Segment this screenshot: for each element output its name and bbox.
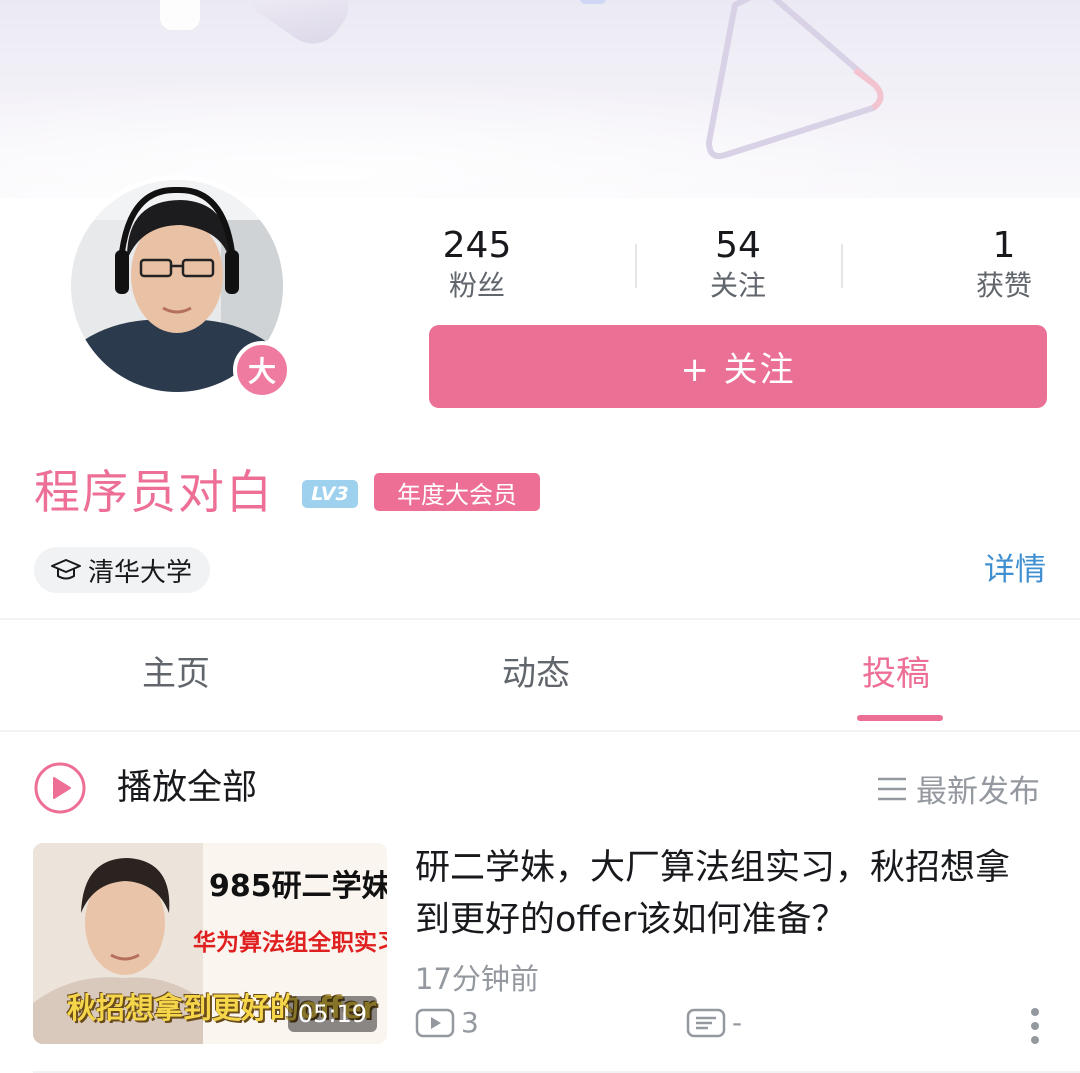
school-tag[interactable]: 清华大学 <box>34 547 211 593</box>
stat-fans-label: 粉丝 <box>448 269 505 302</box>
stat-divider <box>841 244 843 288</box>
thumbnail-text-line: 华为算法组全职实习 <box>193 930 387 956</box>
sort-selector[interactable]: 最新发布 <box>876 766 1040 811</box>
stat-fans[interactable]: 245 粉丝 <box>426 226 528 304</box>
profile-banner <box>0 0 1080 198</box>
video-duration: 05:19 <box>287 996 377 1032</box>
vip-tag[interactable]: 年度大会员 <box>374 473 540 511</box>
video-plays: 3 <box>415 1006 479 1039</box>
divider <box>0 618 1080 620</box>
play-all-button[interactable]: 播放全部 <box>117 764 257 812</box>
video-title[interactable]: 研二学妹，大厂算法组实习，秋招想拿到更好的offer该如何准备？ <box>415 842 1035 946</box>
video-posted-time: 17分钟前 <box>415 962 539 996</box>
stat-likes[interactable]: 1 获赞 <box>962 226 1046 304</box>
play-count-icon <box>415 1007 455 1039</box>
banner-triangle-decoration <box>706 0 884 160</box>
sort-lines-icon <box>876 775 908 803</box>
stat-likes-label: 获赞 <box>975 269 1032 302</box>
video-thumbnail[interactable]: 985研二学妹 华为算法组全职实习 秋招想拿到更好的offer 05:19 <box>33 843 387 1044</box>
divider <box>0 730 1080 732</box>
stat-following-value: 54 <box>715 225 761 266</box>
graduation-cap-icon <box>50 557 82 583</box>
tab-dynamics[interactable]: 动态 <box>502 650 570 698</box>
tab-home[interactable]: 主页 <box>142 650 210 698</box>
tab-uploads[interactable]: 投稿 <box>862 650 930 698</box>
level-badge: LV3 <box>302 480 358 508</box>
school-name: 清华大学 <box>88 557 193 588</box>
username: 程序员对白 <box>34 465 274 519</box>
thumbnail-text-line: 985研二学妹 <box>209 869 387 904</box>
video-danmaku: - <box>686 1006 742 1039</box>
stat-divider <box>635 244 637 288</box>
vip-avatar-badge: 大 <box>233 341 291 399</box>
active-tab-indicator <box>857 715 943 721</box>
more-options-icon[interactable] <box>1028 1006 1042 1046</box>
stat-likes-value: 1 <box>992 225 1016 266</box>
video-plays-count: 3 <box>461 1006 479 1039</box>
stat-following[interactable]: 54 关注 <box>688 226 788 304</box>
stat-following-label: 关注 <box>709 269 766 302</box>
play-all-icon[interactable] <box>33 761 87 815</box>
video-danmaku-count: - <box>732 1006 743 1039</box>
sort-label: 最新发布 <box>916 774 1040 810</box>
danmaku-icon <box>686 1007 726 1039</box>
stat-fans-value: 245 <box>442 225 512 266</box>
follow-button[interactable]: + 关注 <box>429 325 1047 408</box>
details-link[interactable]: 详情 <box>984 548 1046 592</box>
